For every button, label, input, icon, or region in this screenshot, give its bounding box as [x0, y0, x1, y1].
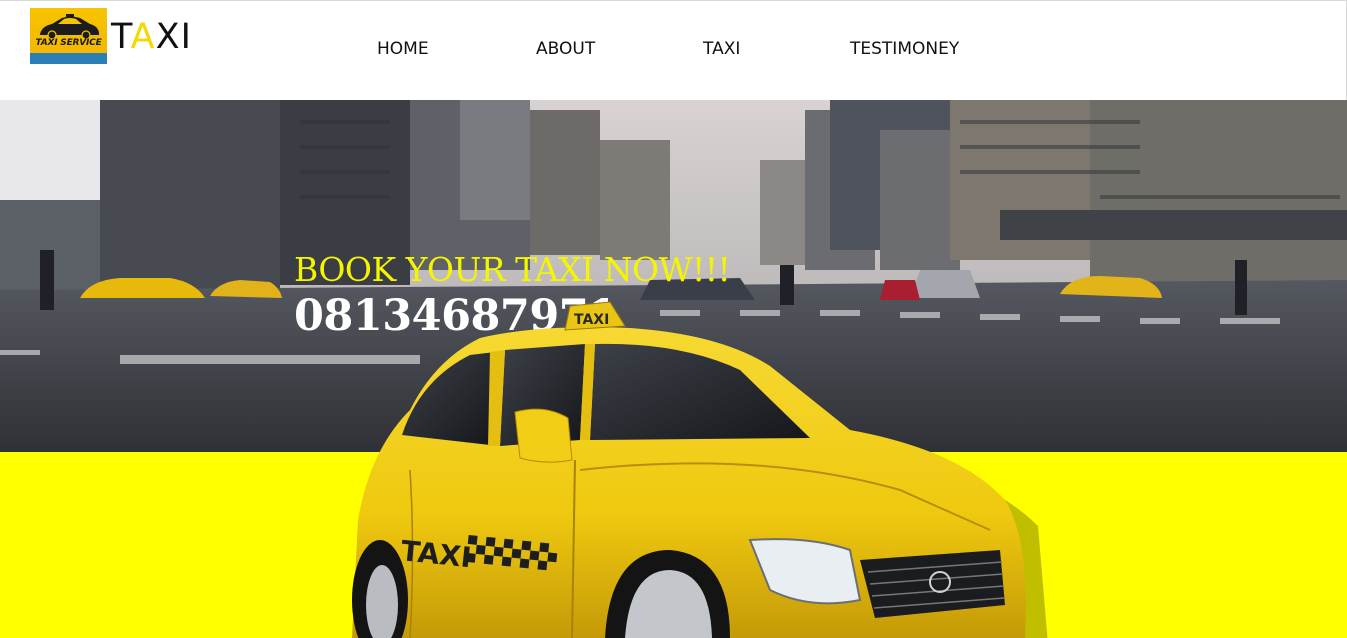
nav-home[interactable]: HOME [377, 39, 429, 59]
brand-wordmark[interactable]: TAXI [111, 17, 192, 57]
nav-taxi[interactable]: TAXI [703, 39, 740, 59]
nav-testimoney[interactable]: TESTIMONEY [850, 39, 959, 59]
car-logo-icon [40, 14, 99, 40]
logo-badge-text: TAXI SERVICE [35, 38, 102, 48]
brand-suffix: XI [155, 17, 192, 57]
taxi-roof-sign: TAXI [564, 301, 626, 331]
brand-accent-letter: A [130, 17, 156, 57]
taxi-roof-sign-text: TAXI [574, 312, 609, 328]
brand-prefix: T [111, 17, 131, 57]
taxi-car-image: TAXI TAXI [352, 301, 1048, 638]
hero-headline: BOOK YOUR TAXI NOW!!! [294, 250, 731, 289]
taxi-service-logo[interactable]: TAXI SERVICE [30, 8, 107, 64]
site-header: TAXI SERVICE TAXI HOME ABOUT TAXI TESTIM… [0, 0, 1347, 100]
nav-about[interactable]: ABOUT [536, 39, 595, 59]
